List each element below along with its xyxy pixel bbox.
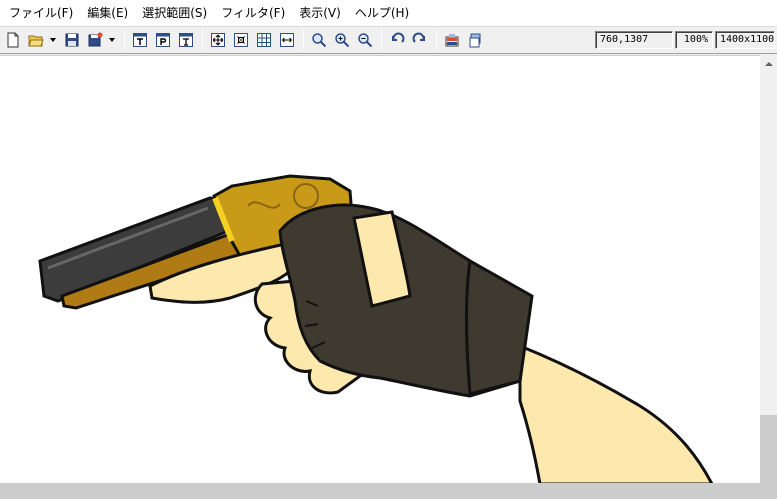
toolbar-separator [436, 30, 437, 50]
zoom-out-button[interactable] [354, 29, 376, 51]
fit-width-icon [280, 33, 294, 47]
zoom-in-icon [335, 33, 350, 48]
vertical-scrollbar[interactable] [760, 55, 777, 483]
image-size: 1400x1100 [715, 31, 775, 49]
layer-button[interactable] [464, 29, 486, 51]
image-canvas[interactable] [0, 55, 760, 483]
layer-icon [469, 33, 481, 48]
toolbar-separator [303, 30, 304, 50]
grid-icon [257, 33, 271, 47]
menu-edit[interactable]: 編集(E) [80, 0, 135, 26]
toolbar-separator [124, 30, 125, 50]
save-as-button[interactable] [84, 29, 106, 51]
scroll-track[interactable] [760, 415, 777, 483]
fit-width-button[interactable] [276, 29, 298, 51]
zoom-fit-icon [312, 33, 327, 48]
undo-icon [392, 32, 405, 43]
open-folder-icon [28, 35, 44, 47]
scroll-up-button[interactable] [760, 55, 777, 72]
zoom-fit-button[interactable] [308, 29, 330, 51]
zoom-out-icon [358, 33, 373, 48]
save-dropdown[interactable] [107, 29, 117, 51]
app-window: ファイル(F) 編集(E) 選択範囲(S) フィルタ(F) 表示(V) ヘルプ(… [0, 0, 777, 499]
save-icon [65, 33, 79, 47]
arm [518, 343, 714, 483]
menu-file[interactable]: ファイル(F) [2, 0, 80, 26]
redo-icon [412, 32, 425, 43]
chevron-down-icon [109, 38, 115, 42]
text-tool-button[interactable] [129, 29, 151, 51]
text-frame-button[interactable] [175, 29, 197, 51]
grid-button[interactable] [253, 29, 275, 51]
menu-help[interactable]: ヘルプ(H) [348, 0, 416, 26]
menu-view[interactable]: 表示(V) [292, 0, 348, 26]
new-file-button[interactable] [2, 29, 24, 51]
screenshot-icon [445, 34, 459, 47]
toolbar: 760,1307 100% 1400x1100 [0, 26, 777, 54]
cursor-coordinates: 760,1307 [595, 31, 673, 49]
save-as-icon [88, 32, 103, 47]
transparent-icon [234, 33, 248, 47]
move-button[interactable] [207, 29, 229, 51]
zoom-in-button[interactable] [331, 29, 353, 51]
horizontal-scrollbar[interactable] [0, 483, 777, 499]
open-dropdown[interactable] [48, 29, 58, 51]
transparent-button[interactable] [230, 29, 252, 51]
toolbar-separator [381, 30, 382, 50]
text-tool-icon [133, 33, 147, 47]
text-p-icon [156, 33, 170, 47]
chevron-up-icon [764, 61, 773, 66]
open-button[interactable] [25, 29, 47, 51]
text-frame-icon [179, 33, 193, 47]
toolbar-separator [202, 30, 203, 50]
redo-button[interactable] [409, 29, 431, 51]
menu-filter[interactable]: フィルタ(F) [214, 0, 292, 26]
menu-selection[interactable]: 選択範囲(S) [135, 0, 214, 26]
scroll-thumb[interactable] [761, 73, 776, 413]
save-button[interactable] [61, 29, 83, 51]
status-fields: 760,1307 100% 1400x1100 [593, 27, 775, 53]
new-file-icon [7, 32, 19, 48]
screenshot-button[interactable] [441, 29, 463, 51]
zoom-level: 100% [675, 31, 713, 49]
chevron-down-icon [50, 38, 56, 42]
undo-button[interactable] [386, 29, 408, 51]
menu-bar: ファイル(F) 編集(E) 選択範囲(S) フィルタ(F) 表示(V) ヘルプ(… [0, 0, 777, 26]
move-icon [211, 33, 225, 47]
text-p-button[interactable] [152, 29, 174, 51]
artwork-illustration [38, 174, 714, 483]
